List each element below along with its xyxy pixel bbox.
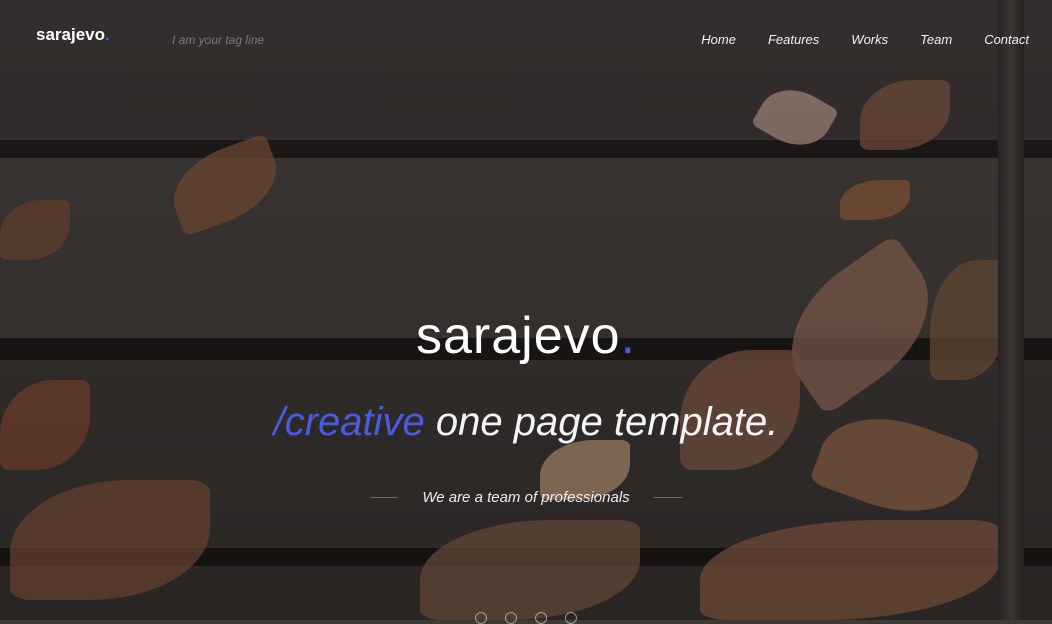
hero-subtitle: /creative one page template. (0, 400, 1052, 445)
nav-item-team[interactable]: Team (920, 32, 952, 47)
slider-dot[interactable] (535, 612, 547, 624)
tag-line: I am your tag line (172, 33, 265, 47)
slider-dot[interactable] (505, 612, 517, 624)
hero-subtitle-accent: /creative (273, 400, 425, 444)
hero-title-dot: . (620, 307, 636, 365)
slider-dot[interactable] (475, 612, 487, 624)
main-nav: Home Features Works Team Contact (701, 32, 1029, 47)
nav-item-home[interactable]: Home (701, 32, 736, 47)
brand-logo[interactable]: sarajevo. (36, 25, 110, 45)
hero-title-text: sarajevo (415, 307, 621, 365)
slider-dot[interactable] (565, 612, 577, 624)
site-header: sarajevo. I am your tag line Home Featur… (0, 0, 1052, 80)
nav-item-features[interactable]: Features (768, 32, 819, 47)
brand-name: sarajevo (36, 25, 105, 44)
nav-item-works[interactable]: Works (851, 32, 888, 47)
hero-tagline: We are a team of professionals (422, 489, 630, 506)
brand-dot: . (105, 25, 110, 44)
hero-tagline-row: We are a team of professionals (0, 489, 1052, 506)
slider-pagination (0, 612, 1052, 624)
tagline-left-divider (370, 497, 399, 498)
hero-title: sarajevo. (0, 306, 1052, 366)
nav-item-contact[interactable]: Contact (984, 32, 1029, 47)
tagline-right-divider (653, 497, 682, 498)
hero-subtitle-rest: one page template. (424, 400, 779, 444)
